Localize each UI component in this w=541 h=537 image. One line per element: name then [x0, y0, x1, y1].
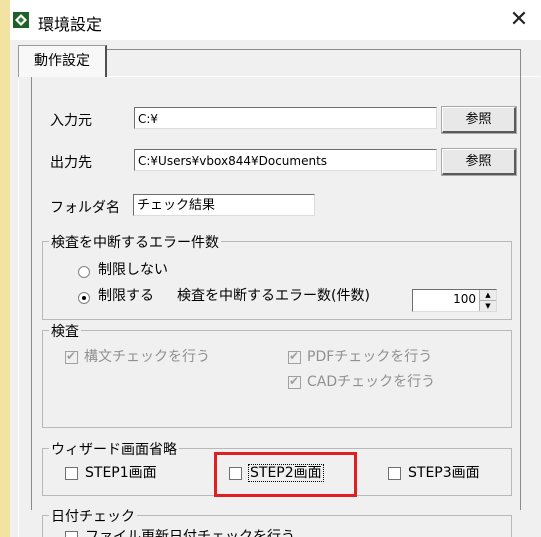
error-count-stepper[interactable]: 100 ▲ ▼ [412, 289, 497, 312]
pdf-check-label: PDFチェックを行う [307, 349, 433, 365]
no-limit-label: 制限しない [98, 262, 168, 278]
window-title: 環境設定 [38, 15, 103, 34]
limit-radio[interactable] [78, 292, 90, 304]
tab-operation-settings[interactable]: 動作設定 [18, 45, 107, 77]
input-source-label: 入力元 [50, 113, 92, 129]
syntax-check-checkbox[interactable]: ✔ [65, 349, 78, 364]
close-icon[interactable]: ✕ [505, 6, 533, 34]
folder-name-field[interactable]: チェック結果 [133, 194, 315, 216]
step1-label: STEP1画面 [85, 465, 157, 481]
inspection-group-title: 検査 [49, 321, 81, 341]
stepper-buttons: ▲ ▼ [479, 290, 496, 311]
limit-label: 制限する [98, 288, 154, 304]
error-count-value: 100 [453, 292, 476, 306]
date-check-group-title: 日付チェック [49, 506, 137, 526]
output-dest-field[interactable]: C:¥Users¥vbox844¥Documents [134, 149, 437, 171]
stepper-down-icon[interactable]: ▼ [480, 301, 496, 311]
file-date-label: ファイル更新日付チェックを行う [85, 529, 295, 537]
inspection-group [42, 330, 512, 428]
no-limit-radio[interactable] [78, 266, 90, 278]
check-icon: ✔ [289, 374, 300, 388]
background-window-edge [0, 0, 10, 537]
syntax-check-label: 構文チェックを行う [84, 349, 210, 365]
title-bar: 環境設定 ✕ [10, 0, 541, 40]
settings-dialog: 環境設定 ✕ 動作設定 入力元 C:¥ 参照 出力先 C:¥Users¥vbox… [10, 0, 541, 537]
file-date-checkbox[interactable] [65, 531, 78, 537]
red-highlight-box [214, 452, 357, 497]
step3-checkbox[interactable] [388, 467, 401, 480]
input-browse-button[interactable]: 参照 [441, 106, 517, 134]
check-icon: ✔ [289, 349, 300, 363]
step3-label: STEP3画面 [408, 465, 480, 481]
pdf-check-checkbox[interactable]: ✔ [288, 349, 301, 364]
stepper-up-icon[interactable]: ▲ [480, 290, 496, 301]
check-icon: ✔ [66, 349, 77, 363]
step1-checkbox[interactable] [65, 467, 78, 480]
folder-name-label: フォルダ名 [50, 200, 120, 216]
output-browse-button[interactable]: 参照 [441, 148, 517, 176]
output-dest-label: 出力先 [50, 155, 92, 171]
error-count-label: 検査を中断するエラー数(件数) [177, 288, 370, 304]
cad-check-label: CADチェックを行う [307, 374, 436, 390]
wizard-skip-group-title: ウィザード画面省略 [49, 439, 179, 459]
settings-diamond-icon [13, 12, 29, 28]
cad-check-checkbox[interactable]: ✔ [288, 374, 301, 389]
error-count-group-title: 検査を中断するエラー件数 [49, 232, 221, 252]
input-source-field[interactable]: C:¥ [134, 107, 437, 129]
